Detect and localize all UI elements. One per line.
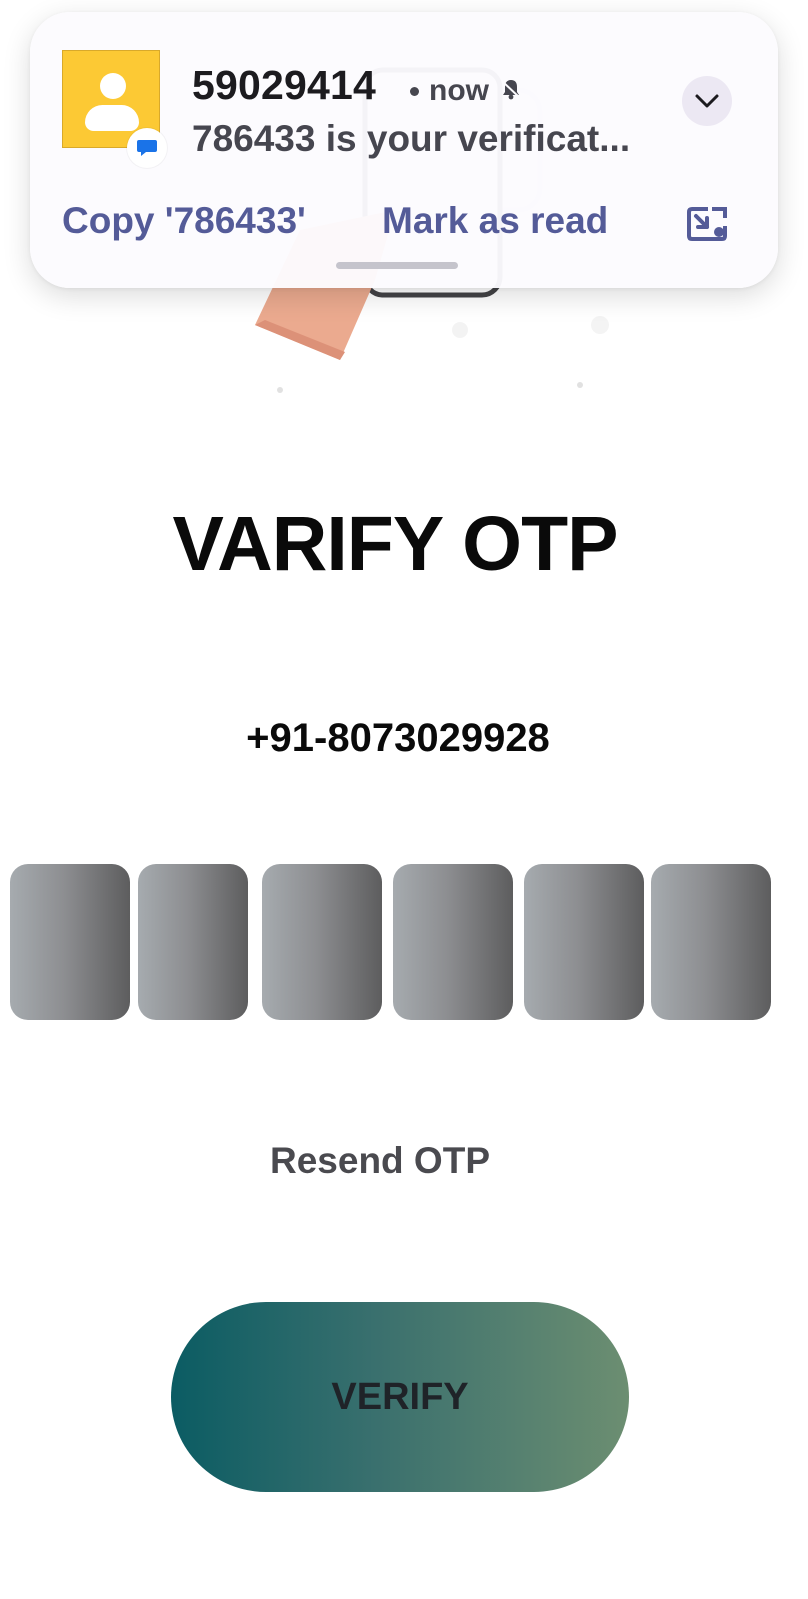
drag-handle[interactable] [336, 262, 458, 269]
otp-screen: 59029414 now 786433 is your verificat...… [0, 0, 808, 1599]
mark-as-read-button[interactable]: Mark as read [382, 200, 608, 242]
notification-meta: now [406, 74, 521, 108]
notification-message: 786433 is your verificat... [192, 118, 631, 159]
message-bubble-icon [127, 128, 167, 168]
otp-digit-input[interactable] [524, 864, 644, 1020]
popout-window-icon[interactable] [686, 206, 728, 242]
bell-icon [501, 74, 521, 108]
otp-digit-input[interactable] [262, 864, 382, 1020]
person-icon [100, 73, 126, 99]
notification-time: now [429, 74, 489, 107]
separator-dot [410, 86, 419, 96]
chevron-down-icon [695, 94, 719, 108]
otp-digit-input[interactable] [393, 864, 513, 1020]
otp-input-group [10, 864, 776, 1020]
otp-digit-input[interactable] [138, 864, 248, 1020]
copy-code-button[interactable]: Copy '786433' [62, 200, 306, 242]
phone-number: +91-8073029928 [246, 716, 550, 760]
sms-notification[interactable]: 59029414 now 786433 is your verificat...… [30, 12, 778, 288]
verify-button[interactable]: VERIFY [171, 1302, 629, 1492]
otp-digit-input[interactable] [651, 864, 771, 1020]
otp-digit-input[interactable] [10, 864, 130, 1020]
notification-sender: 59029414 [192, 62, 377, 108]
resend-otp-link[interactable]: Resend OTP [0, 1140, 760, 1182]
expand-notification-button[interactable] [682, 76, 732, 126]
page-title: VARIFY OTP [172, 501, 619, 587]
